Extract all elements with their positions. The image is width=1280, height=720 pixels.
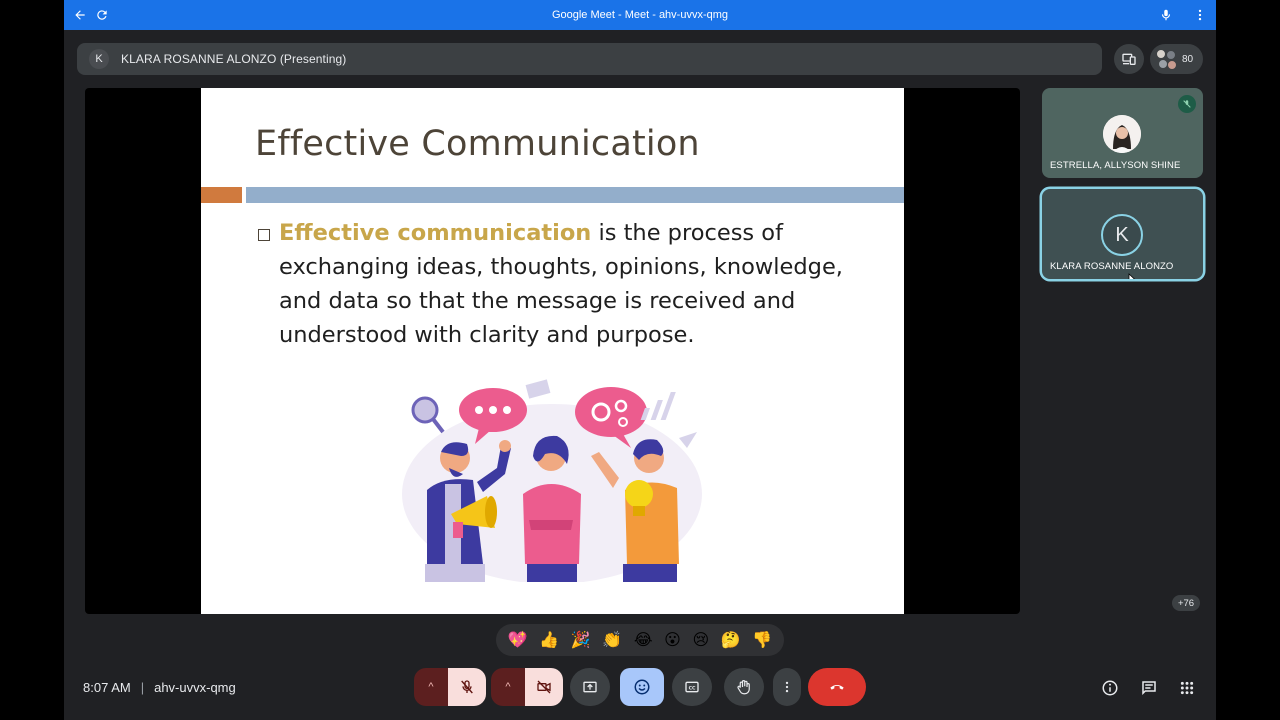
participant-name: KLARA ROSANNE ALONZO <box>1050 261 1174 272</box>
info-icon[interactable] <box>1098 676 1122 700</box>
presentation-stage: Effective Communication Effective commun… <box>85 88 1020 614</box>
bullet-square-icon <box>258 229 270 241</box>
end-call-icon <box>830 685 844 690</box>
letterbox-left <box>0 0 64 720</box>
reaction-laugh[interactable]: 😂 <box>634 632 653 648</box>
meeting-details: 8:07 AM | ahv-uvvx-qmg <box>83 680 236 695</box>
participant-count: 80 <box>1182 53 1194 65</box>
mouse-cursor-icon <box>1128 273 1135 279</box>
participant-name: ESTRELLA, ALLYSON SHINE <box>1050 160 1181 171</box>
camera-options-chevron-up-icon[interactable]: ^ <box>491 668 525 706</box>
divider: | <box>140 680 145 695</box>
slide-body: Effective communication is the process o… <box>279 216 869 352</box>
meeting-time: 8:07 AM <box>83 680 131 695</box>
more-participants-badge[interactable]: +76 <box>1172 595 1200 611</box>
cast-button[interactable] <box>1114 44 1144 74</box>
communication-illustration <box>402 379 702 582</box>
reactions-bar: 💖 👍 🎉 👏 😂 😮 😢 🤔 👎 <box>496 624 784 656</box>
participant-avatar: K <box>1101 214 1143 256</box>
captions-button[interactable]: CC <box>672 668 712 706</box>
participants-button[interactable]: 80 <box>1150 44 1203 74</box>
raise-hand-icon <box>737 680 750 695</box>
raise-hand-button[interactable] <box>724 668 764 706</box>
mic-options-chevron-up-icon[interactable]: ^ <box>414 668 448 706</box>
videocam-off-icon <box>537 680 551 694</box>
presenter-bar: K KLARA ROSANNE ALONZO (Presenting) <box>77 43 1102 75</box>
camera-control: ^ <box>491 668 563 706</box>
slide-accent-orange <box>201 187 242 203</box>
reaction-surprised[interactable]: 😮 <box>664 632 681 648</box>
reaction-heart[interactable]: 💖 <box>508 632 528 648</box>
slide-accent-blue <box>246 187 904 203</box>
captions-icon: CC <box>685 681 699 693</box>
meeting-code: ahv-uvvx-qmg <box>154 680 236 695</box>
reaction-thinking[interactable]: 🤔 <box>721 632 741 648</box>
reaction-clap[interactable]: 👏 <box>602 632 622 648</box>
letterbox-right <box>1216 0 1280 720</box>
present-screen-icon <box>583 681 597 693</box>
mic-off-icon <box>461 680 473 694</box>
mic-control: ^ <box>414 668 486 706</box>
chat-icon[interactable] <box>1137 676 1161 700</box>
presenter-label: KLARA ROSANNE ALONZO (Presenting) <box>121 52 347 66</box>
reaction-thumbs-up[interactable]: 👍 <box>539 632 559 648</box>
participant-tile-active[interactable]: K KLARA ROSANNE ALONZO <box>1042 189 1203 279</box>
meet-window: Google Meet - Meet - ahv-uvvx-qmg K KLAR… <box>64 0 1216 720</box>
reaction-thumbs-down[interactable]: 👎 <box>752 632 772 648</box>
svg-text:CC: CC <box>689 685 696 691</box>
more-vert-icon[interactable] <box>1188 3 1212 27</box>
mic-off-icon <box>1178 95 1196 113</box>
present-screen-button[interactable] <box>570 668 610 706</box>
devices-icon <box>1122 53 1136 65</box>
presenter-avatar: K <box>89 49 109 69</box>
slide-title: Effective Communication <box>255 124 700 164</box>
activities-icon[interactable] <box>1175 676 1199 700</box>
mic-toggle-button[interactable] <box>448 668 486 706</box>
emoji-button[interactable] <box>620 668 664 706</box>
browser-titlebar: Google Meet - Meet - ahv-uvvx-qmg <box>64 0 1216 30</box>
emoji-icon <box>634 679 650 695</box>
more-options-button[interactable] <box>773 668 801 706</box>
camera-toggle-button[interactable] <box>525 668 563 706</box>
participant-avatar <box>1103 115 1141 153</box>
reaction-sad[interactable]: 😢 <box>692 632 709 648</box>
participant-tile[interactable]: ESTRELLA, ALLYSON SHINE <box>1042 88 1203 178</box>
browser-title: Google Meet - Meet - ahv-uvvx-qmg <box>551 9 729 21</box>
slide: Effective Communication Effective commun… <box>201 88 904 614</box>
more-options-icon <box>785 681 789 693</box>
people-avatars-icon <box>1154 47 1178 71</box>
slide-highlight: Effective communication <box>279 220 592 246</box>
end-call-button[interactable] <box>808 668 866 706</box>
reaction-party[interactable]: 🎉 <box>571 632 591 648</box>
microphone-icon[interactable] <box>1154 3 1178 27</box>
